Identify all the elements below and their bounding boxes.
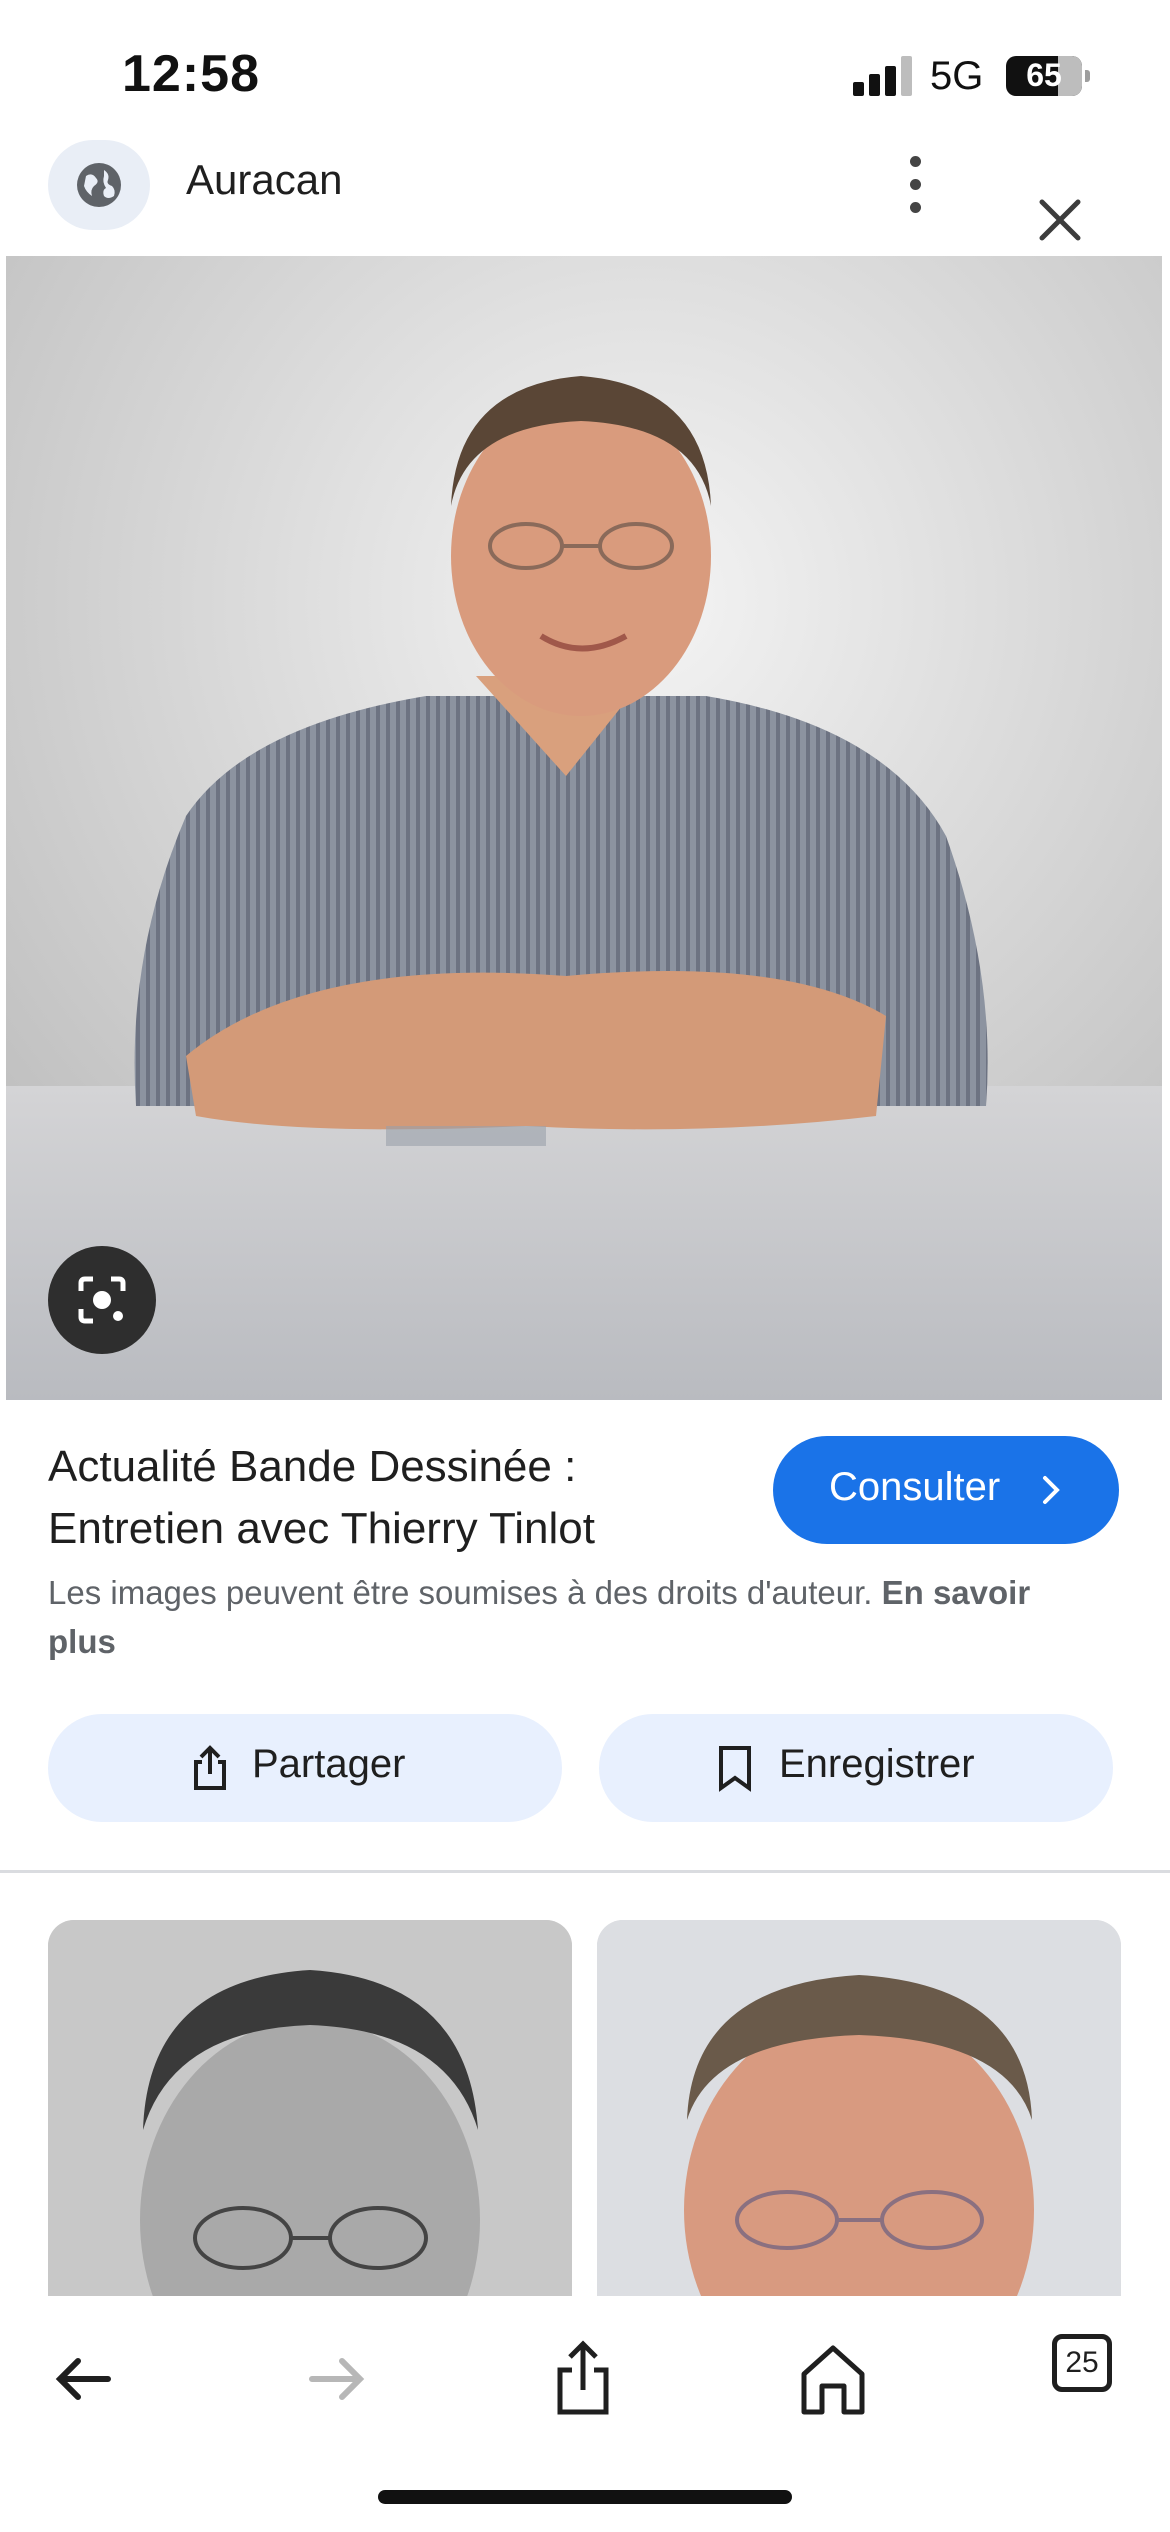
share-button[interactable]: Partager bbox=[48, 1714, 562, 1822]
divider bbox=[0, 1870, 1170, 1873]
result-title[interactable]: Actualité Bande Dessinée : Entretien ave… bbox=[48, 1436, 748, 1560]
copyright-text: Les images peuvent être soumises à des d… bbox=[48, 1574, 873, 1611]
close-icon[interactable] bbox=[1030, 190, 1090, 250]
forward-arrow-icon[interactable] bbox=[290, 2334, 380, 2424]
consult-button[interactable]: Consulter bbox=[773, 1436, 1119, 1544]
home-icon[interactable] bbox=[788, 2334, 878, 2424]
related-image[interactable] bbox=[48, 1920, 572, 2300]
status-time: 12:58 bbox=[122, 45, 260, 103]
battery-tip bbox=[1085, 70, 1090, 82]
status-bar: 12:58 5G 65 bbox=[0, 0, 1170, 140]
lens-icon[interactable] bbox=[48, 1246, 156, 1354]
signal-icon bbox=[853, 56, 915, 96]
back-arrow-icon[interactable] bbox=[40, 2334, 130, 2424]
share-icon bbox=[194, 1745, 226, 1790]
site-name[interactable]: Auracan bbox=[186, 156, 342, 204]
save-button[interactable]: Enregistrer bbox=[599, 1714, 1113, 1822]
network-type: 5G bbox=[930, 54, 984, 98]
tabs-icon[interactable]: 25 bbox=[1052, 2334, 1112, 2392]
bookmark-icon bbox=[719, 1746, 751, 1792]
save-label: Enregistrer bbox=[779, 1742, 975, 1786]
battery-icon: 65 bbox=[1006, 56, 1082, 96]
site-header: Auracan bbox=[0, 140, 1170, 255]
related-image[interactable] bbox=[597, 1920, 1121, 2300]
more-vert-icon[interactable] bbox=[890, 150, 940, 220]
globe-icon bbox=[48, 140, 150, 230]
battery-level: 65 bbox=[1026, 57, 1062, 93]
share-label: Partager bbox=[252, 1742, 406, 1786]
chevron-right-icon bbox=[1043, 1476, 1060, 1504]
copyright-notice: Les images peuvent être soumises à des d… bbox=[48, 1568, 1048, 1666]
main-photo[interactable] bbox=[6, 256, 1162, 1400]
consult-label: Consulter bbox=[829, 1465, 1001, 1509]
share-icon[interactable] bbox=[538, 2334, 628, 2424]
home-indicator bbox=[378, 2490, 792, 2504]
